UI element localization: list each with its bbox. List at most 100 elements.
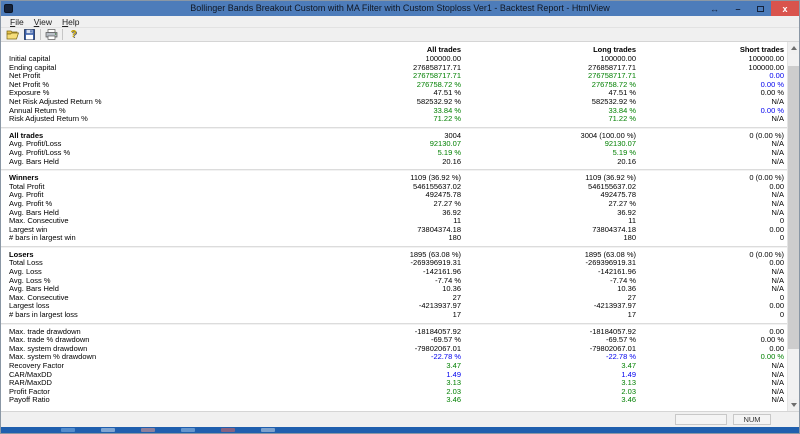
row-label: Net Profit % xyxy=(9,80,50,89)
window-controls: ↔ – x xyxy=(701,1,799,16)
open-button[interactable] xyxy=(4,28,21,41)
taskbar-icon xyxy=(141,428,155,432)
row-label: Net Profit xyxy=(9,72,41,81)
resize-arrows-icon[interactable]: ↔ xyxy=(701,1,727,16)
close-button[interactable]: x xyxy=(771,1,799,16)
cell-short-trades: 0 xyxy=(779,310,784,320)
report-row: Winners 1109 (36.92 %) 1109 (36.92 %) 0 (0.… xyxy=(1,174,787,183)
row-label: Ending capital xyxy=(9,63,57,72)
row-label: Avg. Profit/Loss xyxy=(9,140,62,149)
cell-all-trades: 10.36 xyxy=(442,284,461,294)
cell-long-trades: -22.78 % xyxy=(605,352,636,362)
cell-long-trades: -4213937.97 xyxy=(593,301,636,311)
cell-long-trades: 92130.07 xyxy=(604,139,636,149)
report-row: Recovery Factor 3.47 3.47 N/A xyxy=(1,361,787,371)
open-folder-icon xyxy=(6,30,19,40)
cell-short-trades: N/A xyxy=(771,267,784,277)
cell-short-trades: 0.00 % xyxy=(760,335,784,345)
cell-all-trades: 36.92 xyxy=(442,207,461,217)
status-bar: NUM xyxy=(1,411,799,427)
cell-long-trades: 17 xyxy=(627,310,636,320)
toolbar: ? xyxy=(1,28,799,42)
cell-long-trades: 73804374.18 xyxy=(592,224,636,234)
cell-long-trades: 5.19 % xyxy=(612,147,636,157)
row-label: Exposure % xyxy=(9,89,50,98)
row-label: Total Profit xyxy=(9,182,45,191)
report-row: Max. trade drawdown -18184057.92 -18184057… xyxy=(1,327,787,337)
row-label: Avg. Bars Held xyxy=(9,208,59,217)
report-row: Avg. Loss -142161.96 -142161.96 N/A xyxy=(1,267,787,277)
cell-short-trades: 0.00 xyxy=(769,181,784,191)
report-row: Avg. Bars Held 36.92 36.92 N/A xyxy=(1,207,787,218)
report-row: Avg. Profit % 27.27 % 27.27 % N/A xyxy=(1,198,787,209)
row-label: Avg. Profit xyxy=(9,191,44,200)
cell-all-trades: -22.78 % xyxy=(430,352,461,362)
vertical-scrollbar[interactable] xyxy=(787,42,799,411)
cell-long-trades: 180 xyxy=(623,233,636,243)
cell-short-trades: 0.00 xyxy=(769,224,784,234)
scrollbar-thumb[interactable] xyxy=(788,66,799,349)
title-bar: Bollinger Bands Breakout Custom with MA … xyxy=(1,1,799,16)
cell-all-trades: 73804374.18 xyxy=(417,224,461,234)
cell-short-trades: N/A xyxy=(771,284,784,294)
cell-long-trades: 2.03 xyxy=(621,386,636,396)
save-button[interactable] xyxy=(21,28,38,41)
report-row: Losers 1895 (63.08 %) 1895 (63.08 %) 0 (0.0… xyxy=(1,250,787,260)
cell-long-trades: 71.22 % xyxy=(608,114,636,124)
report-row: Max. trade % drawdown -69.57 % -69.57 % 0.0… xyxy=(1,336,787,345)
cell-short-trades: 0.00 % xyxy=(760,88,784,98)
report-row: Largest win 73804374.18 73804374.18 0.00 xyxy=(1,224,787,235)
scroll-up-button[interactable] xyxy=(788,42,799,54)
row-label: Max. trade drawdown xyxy=(9,327,81,336)
cell-all-trades: 71.22 % xyxy=(433,114,461,124)
minimize-button[interactable]: – xyxy=(727,1,749,16)
maximize-button[interactable] xyxy=(749,1,771,16)
taskbar-icon xyxy=(181,428,195,432)
report-row: CAR/MaxDD 1.49 1.49 N/A xyxy=(1,370,787,380)
row-label: Risk Adjusted Return % xyxy=(9,115,88,124)
row-label: Total Loss xyxy=(9,259,43,268)
cell-short-trades: 0 xyxy=(779,216,784,226)
menu-item-file[interactable]: File xyxy=(5,16,29,28)
report-content: All trades Long trades Short trades Init… xyxy=(1,42,799,411)
cell-all-trades: 3.47 xyxy=(446,361,461,370)
report-row: Risk Adjusted Return % 71.22 % 71.22 % N/A xyxy=(1,115,787,124)
row-label: Avg. Bars Held xyxy=(9,157,59,166)
cell-short-trades: N/A xyxy=(771,190,784,200)
row-label: Max. system % drawdown xyxy=(9,353,97,362)
window-title: Bollinger Bands Breakout Custom with MA … xyxy=(190,3,610,13)
cell-all-trades: 3.13 xyxy=(446,378,461,388)
os-taskbar-sliver[interactable] xyxy=(1,427,799,433)
scroll-down-button[interactable] xyxy=(788,399,799,411)
cell-short-trades: N/A xyxy=(771,156,784,166)
help-button[interactable]: ? xyxy=(65,28,82,41)
cell-long-trades: 3.46 xyxy=(621,395,636,405)
cell-short-trades: N/A xyxy=(771,275,784,285)
cell-all-trades: 20.16 xyxy=(442,156,461,166)
row-label: Recovery Factor xyxy=(9,362,65,370)
scrollbar-track[interactable] xyxy=(788,54,799,399)
report-row: Avg. Profit/Loss 92130.07 92130.07 N/A xyxy=(1,140,787,149)
row-label: # bars in largest win xyxy=(9,234,76,243)
menu-item-view[interactable]: View xyxy=(29,16,57,28)
cell-short-trades: N/A xyxy=(771,114,784,124)
section-divider xyxy=(1,126,787,129)
report-row: Net Profit 276758717.71 276758717.71 0.00 xyxy=(1,72,787,81)
row-label: Initial capital xyxy=(9,55,51,63)
row-label: Avg. Bars Held xyxy=(9,285,59,294)
print-button[interactable] xyxy=(43,28,60,41)
row-label: Largest win xyxy=(9,225,48,234)
report-row: RAR/MaxDD 3.13 3.13 N/A xyxy=(1,379,787,388)
cell-long-trades: 27.27 % xyxy=(608,198,636,208)
cell-short-trades: 0.00 % xyxy=(760,352,784,362)
menu-item-help[interactable]: Help xyxy=(57,16,84,28)
report-row: Max. system drawdown -79802067.01 -7980206… xyxy=(1,344,787,354)
row-label: Max. Consecutive xyxy=(9,293,69,302)
cell-all-trades: 180 xyxy=(448,233,461,243)
cell-short-trades: 0.00 xyxy=(769,258,784,268)
column-header-empty xyxy=(1,44,337,55)
row-label: Max. Consecutive xyxy=(9,217,69,226)
report-row: Ending capital 276858717.71 276858717.71 10… xyxy=(1,63,787,73)
row-label: Profit Factor xyxy=(9,387,50,396)
report-row: Net Profit % 276758.72 % 276758.72 % 0.00 % xyxy=(1,80,787,90)
